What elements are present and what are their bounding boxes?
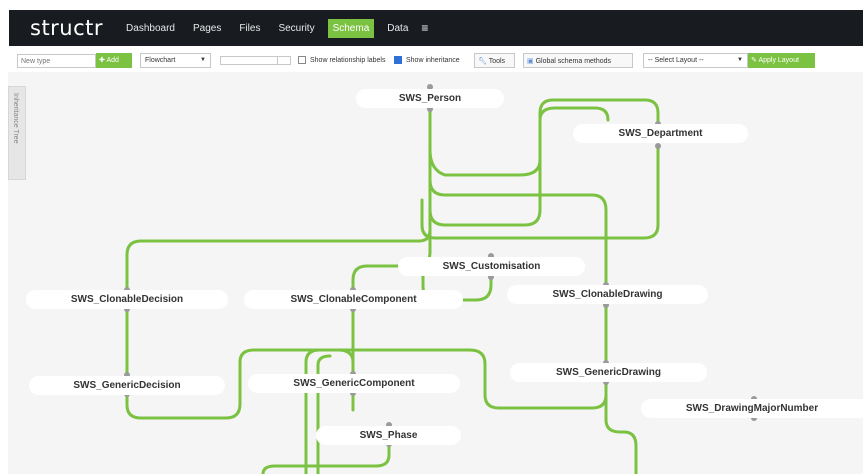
- schema-node-generic-component[interactable]: SWS_GenericComponent: [248, 374, 460, 393]
- schema-node-drawing-major-number[interactable]: SWS_DrawingMajorNumber: [641, 399, 863, 418]
- schema-node-clonable-decision[interactable]: SWS_ClonableDecision: [26, 290, 228, 309]
- schema-node-generic-decision[interactable]: SWS_GenericDecision: [29, 376, 225, 395]
- connector-dot: [655, 143, 661, 149]
- inheritance-tree-tab[interactable]: Inheritance Tree: [8, 86, 26, 180]
- edge-phase-down: [261, 442, 391, 474]
- schema-node-phase[interactable]: SWS_Phase: [316, 426, 461, 445]
- schema-node-department[interactable]: SWS_Department: [573, 124, 748, 143]
- edge-generic-drawing-down: [604, 380, 638, 474]
- inheritance-tree-label: Inheritance Tree: [12, 93, 19, 144]
- edge-person-clonable-decision: [125, 106, 432, 292]
- schema-node-clonable-component[interactable]: SWS_ClonableComponent: [244, 290, 463, 309]
- schema-node-clonable-drawing[interactable]: SWS_ClonableDrawing: [507, 285, 708, 304]
- schema-node-customisation[interactable]: SWS_Customisation: [398, 257, 585, 276]
- schema-node-generic-drawing[interactable]: SWS_GenericDrawing: [510, 363, 707, 382]
- schema-node-person[interactable]: SWS_Person: [356, 89, 504, 108]
- edge-person-department: [428, 98, 660, 227]
